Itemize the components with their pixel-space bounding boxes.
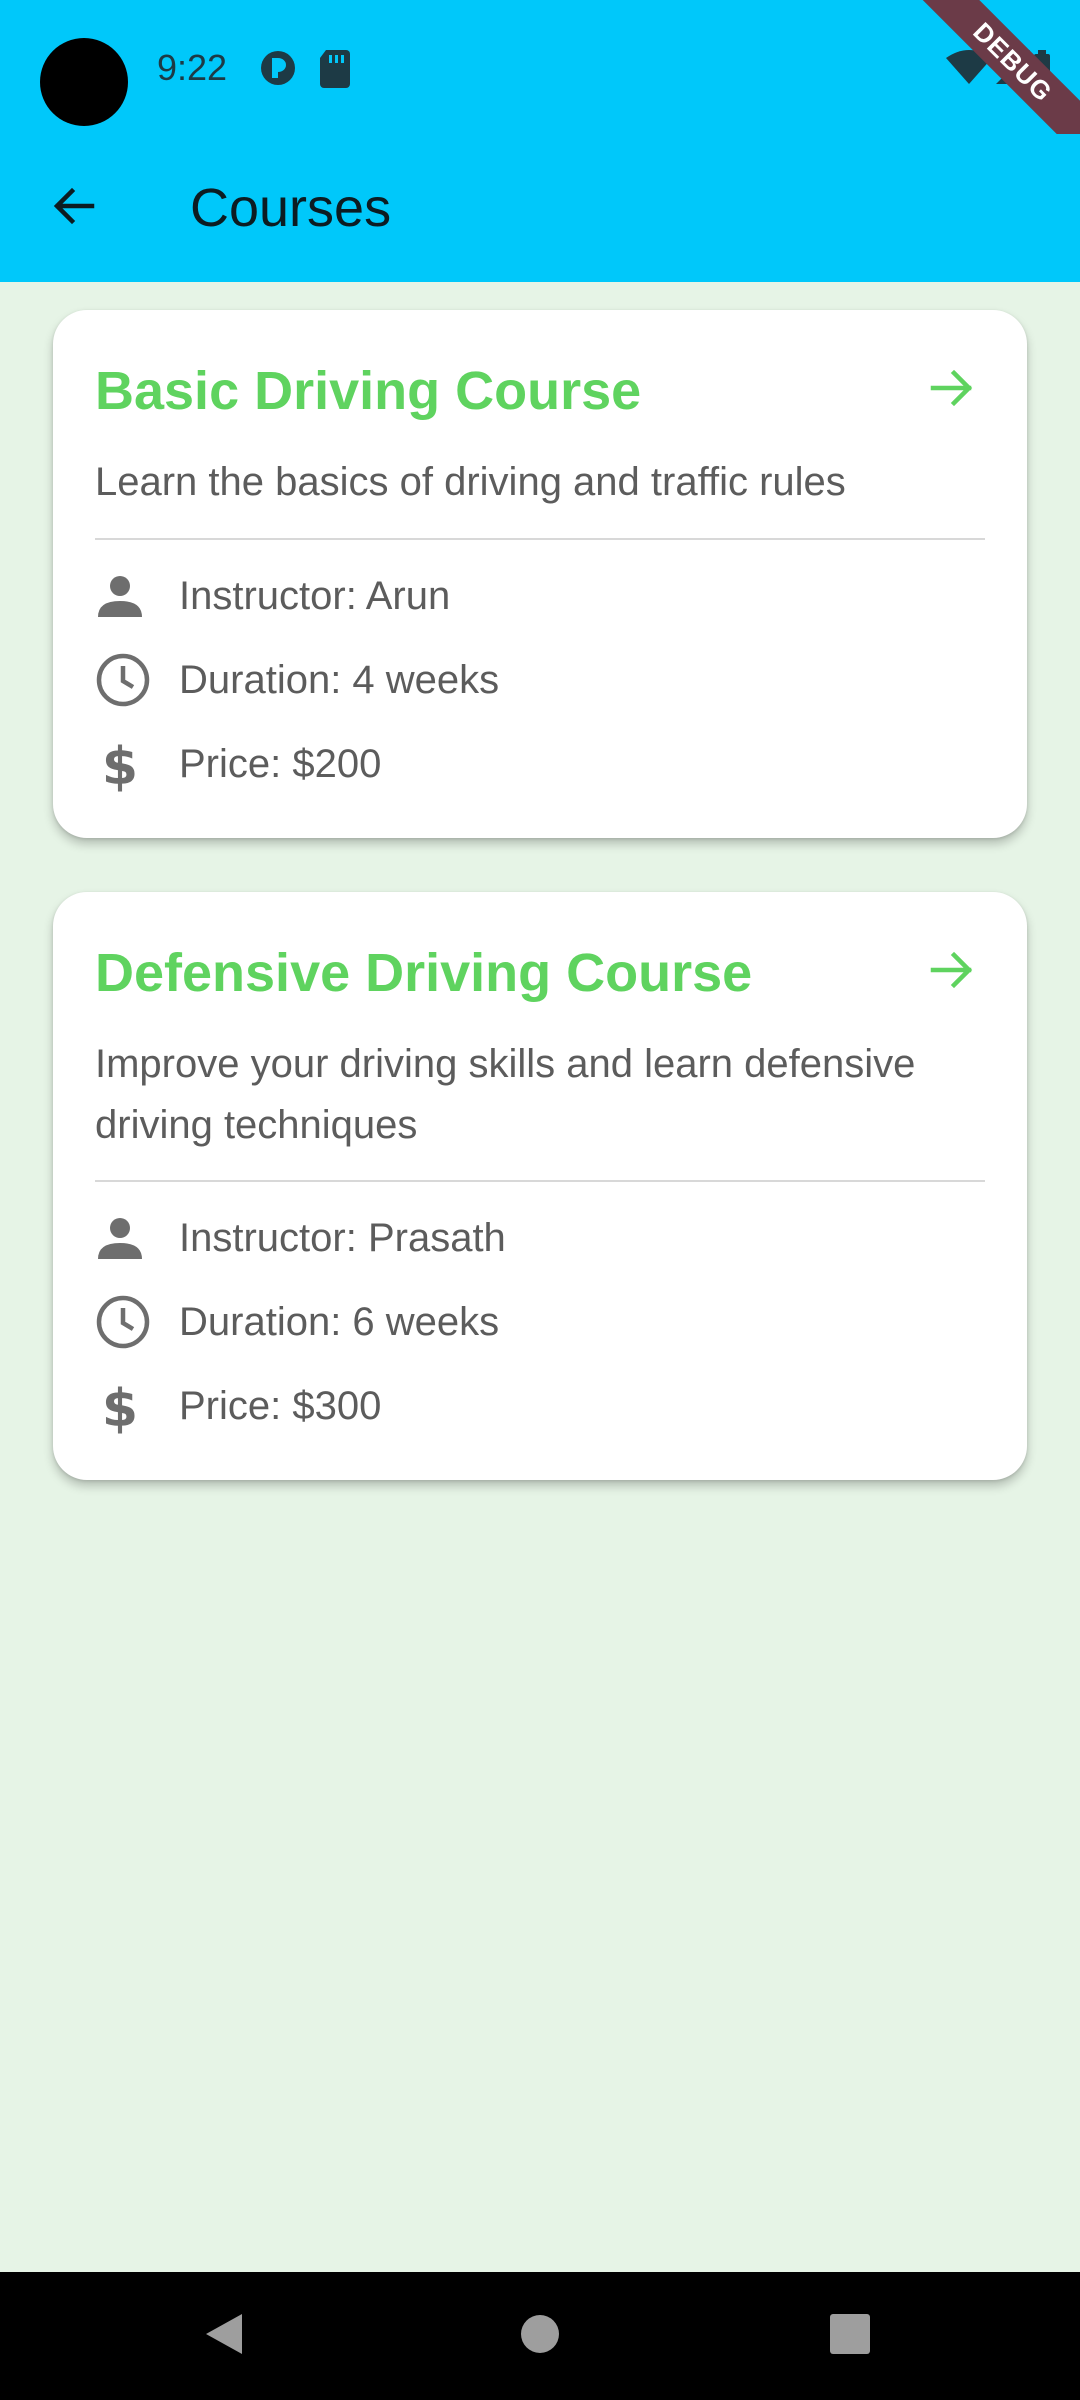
status-time: 9:22 <box>157 47 228 88</box>
duration-text: Duration: 4 weeks <box>179 657 500 702</box>
square-recents-icon <box>829 2313 871 2360</box>
course-description: Learn the basics of driving and traffic … <box>95 460 846 504</box>
camera-cutout <box>40 38 128 126</box>
svg-text:$: $ <box>102 737 138 792</box>
page-title: Courses <box>190 178 392 238</box>
instructor-row: Instructor: Prasath <box>95 1208 506 1268</box>
instructor-text: Instructor: Arun <box>179 573 451 618</box>
circle-home-icon <box>520 2314 560 2359</box>
nav-home-button[interactable] <box>508 2304 572 2368</box>
system-navigation-bar <box>0 2272 1080 2400</box>
arrow-forward-icon <box>929 364 977 417</box>
nav-recents-button[interactable] <box>818 2304 882 2368</box>
card-divider <box>95 1180 985 1182</box>
open-course-button[interactable] <box>923 360 983 420</box>
arrow-back-icon <box>50 182 98 235</box>
person-icon <box>95 1208 165 1268</box>
course-card[interactable]: Basic Driving Course Learn the basics of… <box>53 310 1027 838</box>
card-divider <box>95 538 985 540</box>
duration-text: Duration: 6 weeks <box>179 1299 500 1344</box>
dollar-icon: $ <box>95 1376 165 1436</box>
clock-icon <box>95 650 165 710</box>
svg-text:$: $ <box>102 1379 138 1434</box>
instructor-text: Instructor: Prasath <box>179 1215 506 1260</box>
duration-row: Duration: 6 weeks <box>95 1292 499 1352</box>
app-notification-icon <box>258 48 298 93</box>
status-bar: 9:22 DEBUG <box>0 0 1080 165</box>
arrow-forward-icon <box>929 946 977 999</box>
course-description: Improve your driving skills and learn de… <box>95 1042 916 1147</box>
price-row: $ Price: $200 <box>95 734 381 794</box>
price-text: Price: $300 <box>179 1383 382 1428</box>
sd-card-icon <box>318 48 352 93</box>
instructor-row: Instructor: Arun <box>95 566 450 626</box>
price-row: $ Price: $300 <box>95 1376 381 1436</box>
course-card[interactable]: Defensive Driving Course Improve your dr… <box>53 892 1027 1480</box>
course-title: Basic Driving Course <box>95 361 642 421</box>
nav-back-button[interactable] <box>192 2304 256 2368</box>
dollar-icon: $ <box>95 734 165 794</box>
person-icon <box>95 566 165 626</box>
course-title: Defensive Driving Course <box>95 943 753 1003</box>
open-course-button[interactable] <box>923 942 983 1002</box>
price-text: Price: $200 <box>179 741 382 786</box>
clock-icon <box>95 1292 165 1352</box>
duration-row: Duration: 4 weeks <box>95 650 499 710</box>
app-bar: Courses <box>0 134 1080 282</box>
triangle-back-icon <box>202 2310 246 2363</box>
back-button[interactable] <box>34 168 114 248</box>
